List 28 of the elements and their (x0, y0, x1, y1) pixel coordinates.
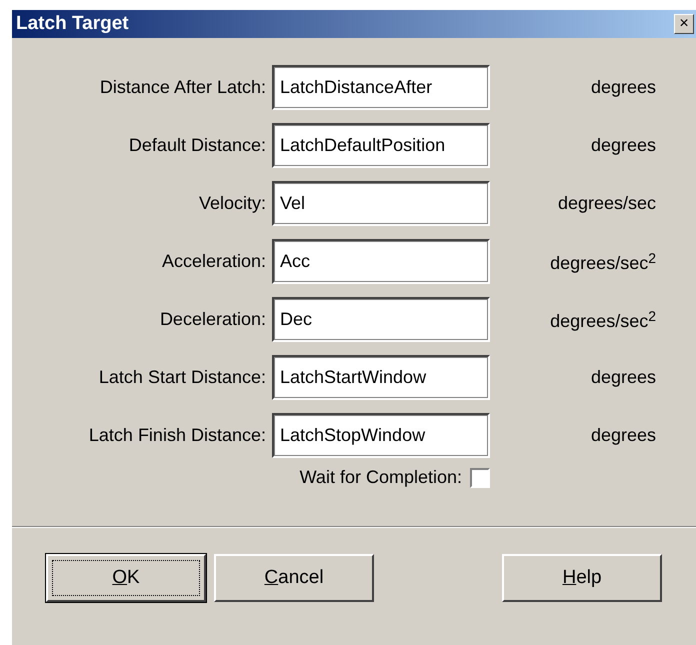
field-label: Latch Start Distance: (98, 367, 266, 388)
checkbox[interactable] (470, 468, 490, 488)
window-title: Latch Target (16, 13, 129, 35)
field-label: Distance After Latch: (98, 77, 266, 98)
unit-label: degrees/sec$^{2}$ (549, 308, 657, 332)
close-button[interactable]: × (674, 14, 694, 34)
field-label: Acceleration: (160, 251, 266, 272)
input-field[interactable]: LatchDefaultPosition (272, 123, 490, 168)
dialog-button[interactable]: OK (46, 554, 206, 602)
input-field[interactable]: LatchDistanceAfter (272, 65, 490, 110)
field-label: Latch Finish Distance: (88, 425, 266, 446)
unit-label: degrees (590, 135, 657, 156)
input-field[interactable]: Dec (272, 297, 490, 342)
unit-label: degrees (590, 367, 657, 388)
input-field[interactable]: LatchStopWindow (272, 413, 490, 458)
field-label: Velocity: (198, 193, 266, 214)
dialog-button[interactable]: Help (502, 554, 662, 602)
unit-label: degrees (590, 77, 657, 98)
input-field[interactable]: Vel (272, 181, 490, 226)
unit-label: degrees/sec$^{2}$ (549, 250, 657, 274)
field-label: Deceleration: (158, 309, 266, 330)
field-label: Default Distance: (128, 135, 266, 156)
input-field[interactable]: Acc (272, 239, 490, 284)
dialog-button[interactable]: Cancel (214, 554, 374, 602)
input-field[interactable]: LatchStartWindow (272, 355, 490, 400)
unit-label: degrees/sec (556, 193, 657, 214)
unit-label: degrees (590, 425, 657, 446)
checkbox-label: Wait for Completion: (300, 467, 462, 488)
